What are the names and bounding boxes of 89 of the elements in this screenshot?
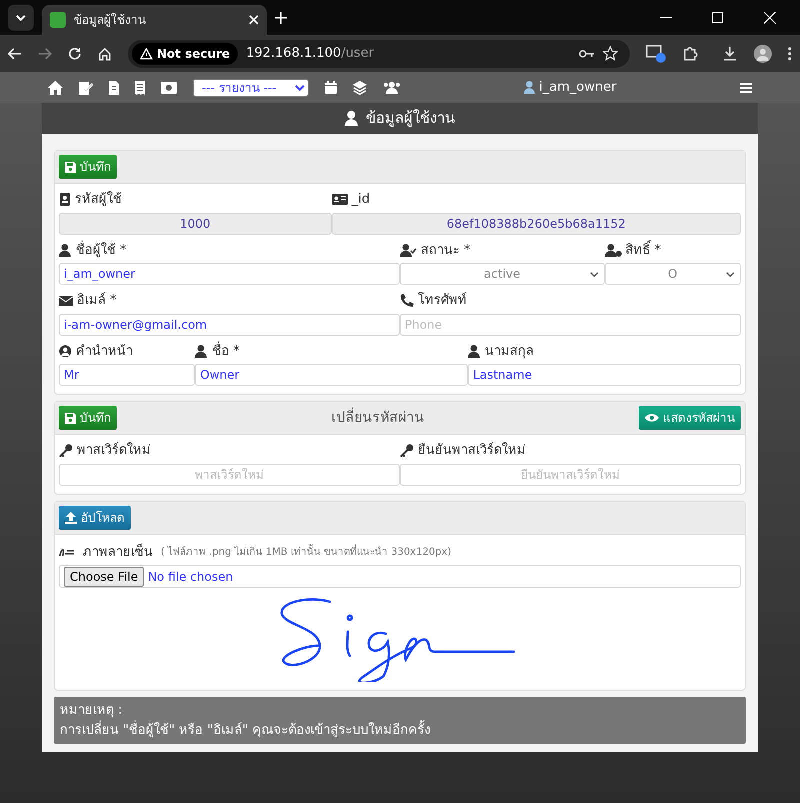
password-field[interactable]: ยืนยันพาสเวิร์ดใหม่ [400,464,741,486]
field-label: _id [352,191,370,209]
users-icon[interactable] [383,81,401,94]
site-icon [50,12,66,28]
field-label: ยืนยันพาสเวิร์ดใหม่ [418,442,526,460]
menu-icon[interactable] [740,82,752,92]
new-tab-icon[interactable] [275,12,287,24]
download-icon[interactable] [722,46,738,62]
envelope-icon [59,294,73,308]
menu-icon[interactable] [788,46,792,60]
tab-search-button[interactable] [8,4,34,30]
calendar-icon[interactable] [325,81,337,94]
field-label: รหัสผู้ใช้ [75,190,122,209]
maximize-icon[interactable] [712,12,724,24]
field-label: คำนำหน้า [76,342,133,360]
warning-icon [140,48,153,60]
field-label: สิทธิ์ * [626,240,662,260]
eye-icon [645,413,659,423]
back-icon[interactable] [8,48,22,60]
choose-file-button[interactable]: Choose File [64,566,144,586]
input-field[interactable]: i-am-owner@gmail.com [59,314,400,336]
forward-icon[interactable] [38,48,52,60]
save-button[interactable]: บันทึก [59,406,117,430]
user-icon [195,344,208,358]
select-field[interactable]: O [604,263,741,285]
field-label: พาสเวิร์ดใหม่ [77,442,151,460]
save-button[interactable]: บันทึก [59,155,117,179]
document-icon[interactable] [109,80,119,94]
upload-icon [65,512,77,524]
input-field[interactable]: Phone [400,314,741,336]
field-label: ชื่อ * [212,342,240,360]
id-card-icon [332,193,348,206]
home-icon[interactable] [98,46,112,60]
close-icon[interactable] [249,15,259,25]
user-menu[interactable]: i_am_owner [524,78,617,98]
note-title: หมายเหตุ : [60,702,124,720]
report-select[interactable]: --- รายงาน --- [193,78,309,96]
caret-icon [16,14,26,20]
file-status: No file chosen [148,568,234,586]
key-icon [59,444,73,458]
file-input[interactable]: Choose File No file chosen [59,565,741,588]
user-icon [59,244,72,257]
user-circle-icon [59,344,72,358]
readonly-field[interactable]: 1000 [59,212,332,234]
close-icon[interactable] [764,12,776,24]
input-field[interactable]: Lastname [468,364,741,386]
cast-icon[interactable] [646,44,666,62]
field-label: สถานะ * [421,242,471,260]
extension-icon[interactable] [682,46,698,62]
field-label: ภาพลายเซ็น [83,542,153,562]
key-icon[interactable] [579,48,595,58]
caret-icon [590,272,599,278]
input-field[interactable]: Owner [195,364,468,386]
save-icon [65,162,76,172]
key-icon [400,444,414,458]
user-icon [468,344,482,358]
layers-icon[interactable] [353,80,367,94]
field-label: นามสกุล [485,342,534,360]
page-title: ข้อมูลผู้ใช้งาน [366,108,455,130]
field-label: โทรศัพท์ [418,291,467,310]
upload-button[interactable]: อัปโหลด [59,506,131,530]
phone-icon [400,294,414,308]
security-chip[interactable]: Not secure [132,42,238,64]
edit-icon[interactable] [79,80,93,94]
reload-icon[interactable] [68,46,82,60]
hint-text: ( ไฟล์ภาพ .png ไม่เกิน 1MB เท่านั้น ขนาดที่แนะนำ 330x120px) [161,544,452,560]
input-field[interactable]: Mr [59,364,196,386]
readonly-field[interactable]: 68ef108388b260e5b68a1152 [332,212,741,234]
caret-icon [726,272,735,278]
field-label: ชื่อผู้ใช้ * [76,240,127,260]
select-field[interactable]: active [400,263,605,285]
user-icon [524,81,536,94]
id-badge-icon [59,193,71,206]
home-icon[interactable] [48,80,63,94]
save-icon [65,412,76,424]
user-check-icon [400,244,417,257]
field-label: อิเมล์ * [77,292,117,310]
avatar-icon[interactable] [754,44,772,62]
url-text[interactable]: 192.168.1.100/user [246,44,374,64]
receipt-icon[interactable] [135,80,145,94]
section-title: เปลี่ยนรหัสผ่าน [332,408,424,428]
input-field[interactable]: i_am_owner [59,263,400,285]
tab-title: ข้อมูลผู้ใช้งาน [74,12,147,29]
star-icon[interactable] [603,46,618,61]
money-icon[interactable] [161,82,177,94]
password-field[interactable]: พาสเวิร์ดใหม่ [59,464,400,486]
browser-tab[interactable]: ข้อมูลผู้ใช้งาน [42,5,267,35]
note-text: การเปลี่ยน "ชื่อผู้ใช้" หรือ "อิเมล์" คุณจะต้องเข้าสู่ระบบใหม่อีกครั้ง [60,720,740,740]
user-icon [345,111,358,126]
